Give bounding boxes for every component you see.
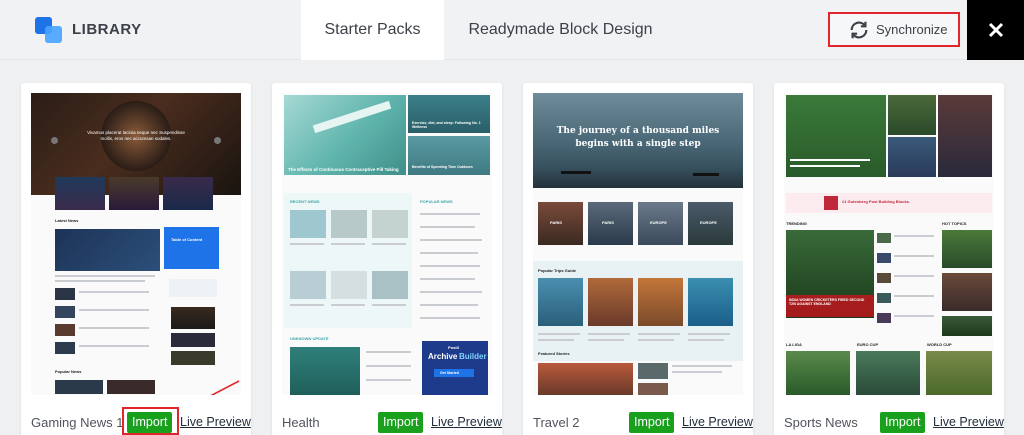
library-logo-icon <box>35 17 62 43</box>
close-icon <box>988 22 1003 38</box>
synchronize-label: Synchronize <box>876 22 948 37</box>
destination-label-4: EUROPE <box>700 220 717 225</box>
sync-icon <box>850 21 868 38</box>
health-hero-caption: The Effects of Continuous Contraceptive … <box>288 167 399 172</box>
featured-stories-heading: Featured Stories <box>538 351 570 356</box>
annotation-arrow-icon <box>210 380 240 395</box>
gaming-news-thumbnail[interactable]: Vivamus placerat lacinia neque nec Suspe… <box>31 93 241 395</box>
recent-news-heading: RECENT NEWS <box>290 199 320 204</box>
tab-readymade-block-design[interactable]: Readymade Block Design <box>458 0 663 60</box>
close-button[interactable] <box>967 0 1024 60</box>
health-side-caption-2: Benefits of Spending Time Outdoors <box>412 165 473 169</box>
trending-heading: TRENDING <box>786 221 807 226</box>
popular-news-heading: Popular News <box>55 369 82 374</box>
live-preview-link[interactable]: Live Preview <box>180 415 251 429</box>
starter-pack-card-gaming-news-1: Vivamus placerat lacinia neque nec Suspe… <box>21 83 251 435</box>
health-thumbnail[interactable]: The Effects of Continuous Contraceptive … <box>282 93 492 395</box>
ad-button: Get Started <box>440 371 459 375</box>
popular-trips-heading: Popular Trips Guide <box>538 268 577 273</box>
library-header: LIBRARY Starter Packs Readymade Block De… <box>0 0 1024 60</box>
world-cup-heading: WORLD CUP <box>927 342 952 347</box>
library-title: LIBRARY <box>72 21 142 38</box>
travel-thumbnail[interactable]: The journey of a thousand miles begins w… <box>533 93 743 395</box>
travel-hero-line-1: The journey of a thousand miles <box>556 126 720 136</box>
card-footer: Health Import Live Preview <box>272 409 502 435</box>
unknown-update-heading: UNKNOWN UPDATE <box>290 336 329 341</box>
ad-brand: PostX <box>448 345 460 350</box>
destination-label-1: PARIS <box>550 220 562 225</box>
popular-news-heading: POPULAR NEWS <box>420 199 453 204</box>
live-preview-link[interactable]: Live Preview <box>682 415 753 429</box>
gaming-hero-caption: Vivamus placerat lacinia neque nec Suspe… <box>87 130 185 141</box>
sports-headline: INDIA WOMEN CRICKETERS FIRED SECOND T20I… <box>789 298 865 306</box>
la-liga-heading: LA LIGA <box>786 342 802 347</box>
live-preview-link[interactable]: Live Preview <box>933 415 1004 429</box>
import-button[interactable]: Import <box>629 412 675 433</box>
card-title: Sports News <box>784 415 858 430</box>
tab-starter-packs[interactable]: Starter Packs <box>301 0 444 60</box>
sports-thumbnail[interactable]: #1 Gutenberg Post Building Blocks. TREND… <box>784 93 994 395</box>
toc-title: Table of Content <box>171 237 203 242</box>
hot-topics-heading: HOT TOPICS <box>942 221 967 226</box>
card-title: Health <box>282 415 320 430</box>
card-title: Gaming News 1 <box>31 415 124 430</box>
destination-label-3: EUROPE <box>650 220 667 225</box>
card-footer: Sports News Import Live Preview <box>774 409 1004 435</box>
ad-line-1: Archive <box>428 352 458 361</box>
latest-news-heading: Latest News <box>55 218 79 223</box>
card-footer: Gaming News 1 Import Live Preview <box>21 407 251 435</box>
sports-banner-text: #1 Gutenberg Post Building Blocks. <box>842 199 911 204</box>
import-button[interactable]: Import <box>378 412 424 433</box>
starter-pack-card-health: The Effects of Continuous Contraceptive … <box>272 83 502 435</box>
import-button[interactable]: Import <box>127 412 173 433</box>
destination-label-2: PARIS <box>602 220 614 225</box>
health-side-caption-1: Exercise, diet, and sleep: Following No.… <box>412 121 481 129</box>
travel-hero-line-2: begins with a single step <box>575 139 701 149</box>
live-preview-link[interactable]: Live Preview <box>431 415 502 429</box>
card-footer: Travel 2 Import Live Preview <box>523 409 753 435</box>
starter-pack-card-sports-news: #1 Gutenberg Post Building Blocks. TREND… <box>774 83 1004 435</box>
ad-line-2: Builder <box>459 352 487 361</box>
card-title: Travel 2 <box>533 415 580 430</box>
euro-cup-heading: EURO CUP <box>857 342 879 347</box>
import-button[interactable]: Import <box>880 412 926 433</box>
synchronize-button[interactable]: Synchronize <box>828 12 960 47</box>
starter-pack-card-travel-2: The journey of a thousand miles begins w… <box>523 83 753 435</box>
